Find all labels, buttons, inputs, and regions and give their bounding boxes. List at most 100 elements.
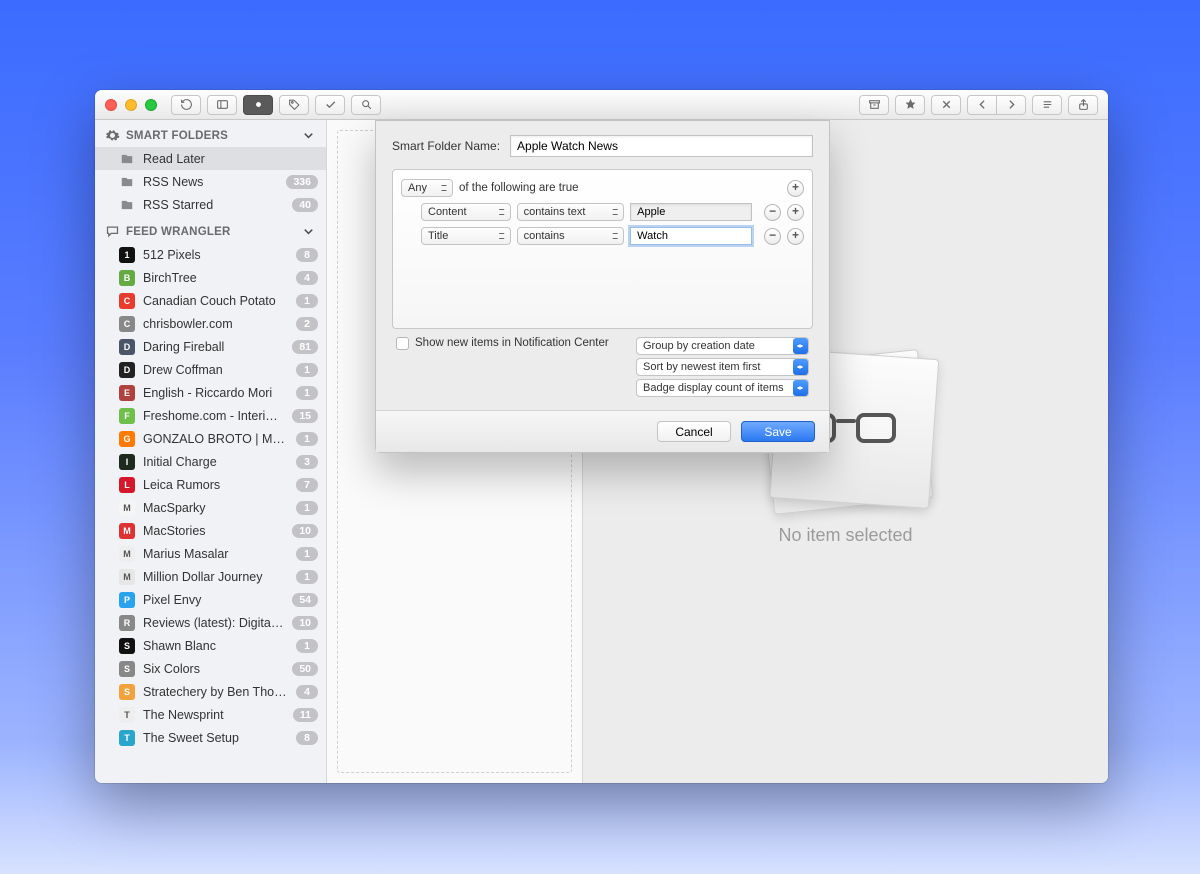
section-header-label: FEED WRANGLER [126,226,231,238]
folder-icon [119,151,135,167]
feed-row[interactable]: SShawn Blanc1 [95,634,326,657]
count-badge: 4 [296,685,318,699]
row-label: Shawn Blanc [143,639,288,653]
star-button[interactable] [895,95,925,115]
count-badge: 54 [292,593,318,607]
feed-row[interactable]: TThe Sweet Setup8 [95,726,326,749]
mark-read-button[interactable] [315,95,345,115]
chat-icon [105,224,120,239]
row-label: MacSparky [143,501,288,515]
feed-row[interactable]: PPixel Envy54 [95,588,326,611]
feed-row[interactable]: MMarius Masalar1 [95,542,326,565]
smart-folder-row[interactable]: Read Later [95,147,326,170]
count-badge: 40 [292,198,318,212]
feed-row[interactable]: FFreshome.com - Interior Desig…15 [95,404,326,427]
nav-forward-button[interactable] [996,95,1026,115]
feed-favicon: S [119,661,135,677]
add-rule-button[interactable]: + [787,204,804,221]
cancel-button[interactable]: Cancel [657,421,731,442]
feed-favicon: M [119,569,135,585]
feed-row[interactable]: SStratechery by Ben Thompson4 [95,680,326,703]
feed-favicon: D [119,362,135,378]
smart-folder-row[interactable]: RSS News336 [95,170,326,193]
nav-back-button[interactable] [967,95,997,115]
match-mode-select[interactable]: Any [401,179,453,197]
rule-row: Title contains −+ [401,224,804,248]
feed-row[interactable]: MMacSparky1 [95,496,326,519]
feed-row[interactable]: GGONZALO BROTO | MEMORYS…1 [95,427,326,450]
row-label: The Sweet Setup [143,731,288,745]
feed-row[interactable]: TThe Newsprint11 [95,703,326,726]
remove-rule-button[interactable]: − [764,228,781,245]
reader-button[interactable] [1032,95,1062,115]
row-label: English - Riccardo Mori [143,386,288,400]
toggle-sidebar-button[interactable] [207,95,237,115]
row-label: RSS News [143,175,278,189]
feed-row[interactable]: MMacStories10 [95,519,326,542]
rule-predicate-select[interactable]: contains text [517,203,625,221]
badge-select[interactable]: Badge display count of items [636,379,809,397]
window-zoom-button[interactable] [145,99,157,111]
count-badge: 10 [292,524,318,538]
chevron-down-icon [301,128,316,143]
add-rule-button[interactable]: + [787,180,804,197]
row-label: Read Later [143,152,318,166]
refresh-button[interactable] [171,95,201,115]
count-badge: 1 [296,386,318,400]
row-label: Canadian Couch Potato [143,294,288,308]
window-close-button[interactable] [105,99,117,111]
search-button[interactable] [351,95,381,115]
window-minimize-button[interactable] [125,99,137,111]
delete-button[interactable] [931,95,961,115]
notify-checkbox[interactable] [396,337,409,350]
save-button[interactable]: Save [741,421,815,442]
row-label: chrisbowler.com [143,317,288,331]
rule-value-input[interactable] [630,227,752,245]
feed-favicon: I [119,454,135,470]
empty-state-text: No item selected [778,525,912,546]
count-badge: 3 [296,455,318,469]
feed-row[interactable]: DDaring Fireball81 [95,335,326,358]
section-header-feed-wrangler[interactable]: FEED WRANGLER [95,216,326,243]
feed-row[interactable]: MMillion Dollar Journey1 [95,565,326,588]
smart-folder-name-input[interactable] [510,135,813,157]
feed-row[interactable]: S Six Colors 50 [95,657,326,680]
rule-field-select[interactable]: Title [421,227,511,245]
count-badge: 10 [292,616,318,630]
folder-icon [119,197,135,213]
rule-value-input[interactable] [630,203,752,221]
row-label: Six Colors [143,662,284,676]
rule-field-select[interactable]: Content [421,203,511,221]
sort-select[interactable]: Sort by newest item first [636,358,809,376]
group-select[interactable]: Group by creation date [636,337,809,355]
tag-button[interactable] [279,95,309,115]
feed-row[interactable]: LLeica Rumors7 [95,473,326,496]
feed-favicon: C [119,293,135,309]
row-label: MacStories [143,524,284,538]
remove-rule-button[interactable]: − [764,204,781,221]
section-header-smart-folders[interactable]: SMART FOLDERS [95,120,326,147]
sidebar: SMART FOLDERS Read Later RSS News336RSS S… [95,120,327,783]
feed-row[interactable]: Cchrisbowler.com2 [95,312,326,335]
mark-toggle-button[interactable] [243,95,273,115]
archive-button[interactable] [859,95,889,115]
feed-row[interactable]: RReviews (latest): Digital Phot…10 [95,611,326,634]
feed-row[interactable]: 1512 Pixels8 [95,243,326,266]
feed-row[interactable]: C Canadian Couch Potato 1 [95,289,326,312]
rule-predicate-select[interactable]: contains [517,227,625,245]
feed-row[interactable]: IInitial Charge3 [95,450,326,473]
window-controls [105,99,157,111]
feed-row[interactable]: BBirchTree4 [95,266,326,289]
feed-row[interactable]: DDrew Coffman1 [95,358,326,381]
row-label: Marius Masalar [143,547,288,561]
smart-folder-row[interactable]: RSS Starred40 [95,193,326,216]
share-button[interactable] [1068,95,1098,115]
count-badge: 50 [292,662,318,676]
count-badge: 1 [296,501,318,515]
feed-row[interactable]: EEnglish - Riccardo Mori1 [95,381,326,404]
count-badge: 1 [296,294,318,308]
rule-row: Content contains text −+ [401,200,804,224]
add-rule-button[interactable]: + [787,228,804,245]
row-label: Pixel Envy [143,593,284,607]
feed-favicon: C [119,316,135,332]
